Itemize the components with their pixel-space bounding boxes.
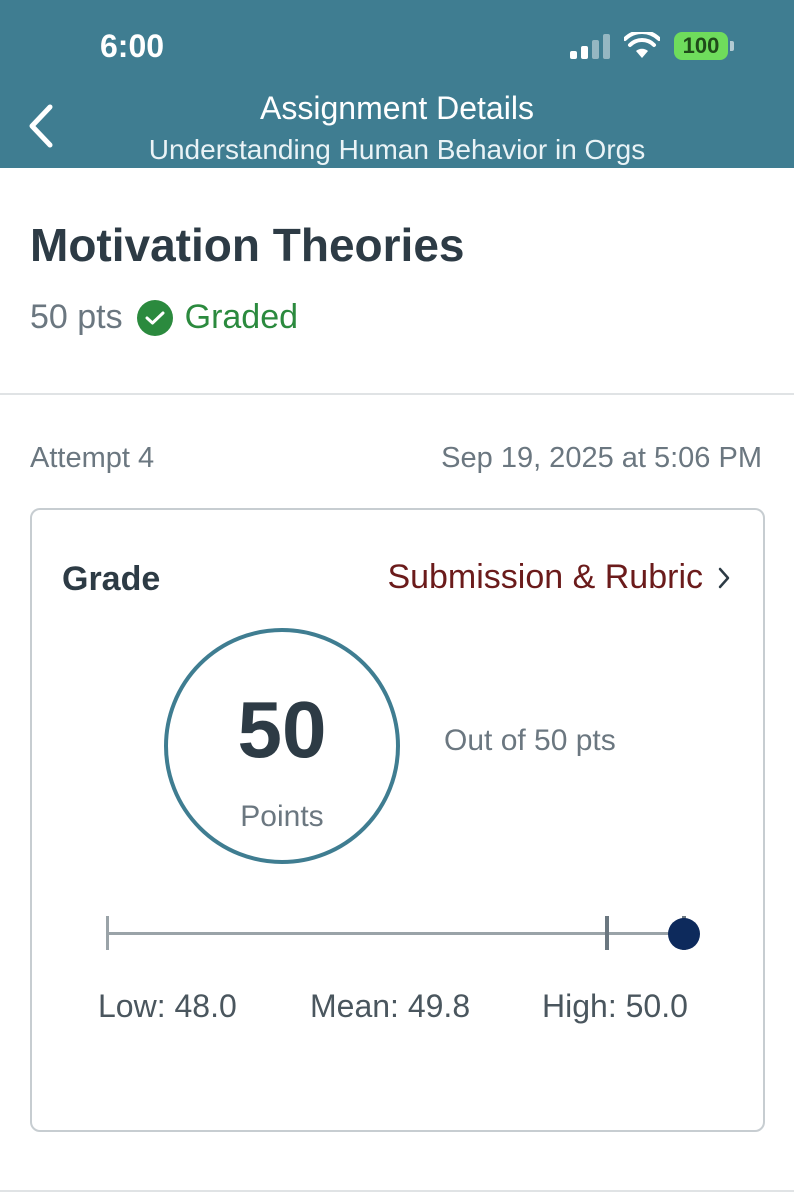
score-value: 50 [237, 685, 327, 774]
submission-date: Sep 19, 2025 at 5:06 PM [441, 442, 762, 474]
score-ring: 50 Points [164, 628, 400, 864]
wifi-icon [624, 32, 660, 58]
divider [0, 393, 794, 395]
attempt-label[interactable]: Attempt 4 [30, 442, 154, 475]
cellular-signal-icon [570, 33, 610, 59]
graded-status: Graded [184, 298, 299, 336]
mean-tick [604, 916, 609, 950]
low-stat: Low: 48.0 [98, 988, 237, 1024]
score-unit: Points [240, 800, 324, 833]
nav-title: Assignment Details [260, 90, 534, 126]
mean-stat: Mean: 49.8 [310, 988, 471, 1024]
battery-icon: 100 [674, 32, 734, 60]
distribution-line [107, 932, 682, 935]
grade-card: Grade Submission & Rubric 50 Points Out … [30, 508, 765, 1132]
submission-rubric-link[interactable]: Submission & Rubric [387, 558, 731, 597]
app-header: 6:00 100 Assignment Details Understandin… [0, 0, 794, 168]
divider [0, 1190, 794, 1192]
score-distribution [102, 906, 712, 966]
nav-subtitle: Understanding Human Behavior in Orgs [148, 134, 646, 165]
assignment-points: 50 pts [30, 298, 123, 336]
grade-label: Grade [62, 560, 161, 598]
score-marker [668, 918, 700, 950]
status-time: 6:00 [100, 28, 165, 64]
status-icons: 100 [570, 32, 734, 60]
low-tick [106, 916, 109, 950]
submission-rubric-label: Submission & Rubric [387, 558, 703, 596]
check-circle-icon [136, 299, 173, 336]
chevron-right-icon [717, 566, 731, 590]
high-stat: High: 50.0 [542, 988, 688, 1024]
assignment-meta: 50 pts Graded [30, 298, 298, 337]
out-of-points: Out of 50 pts [444, 724, 616, 757]
battery-level: 100 [674, 32, 728, 60]
assignment-title: Motivation Theories [30, 219, 465, 271]
